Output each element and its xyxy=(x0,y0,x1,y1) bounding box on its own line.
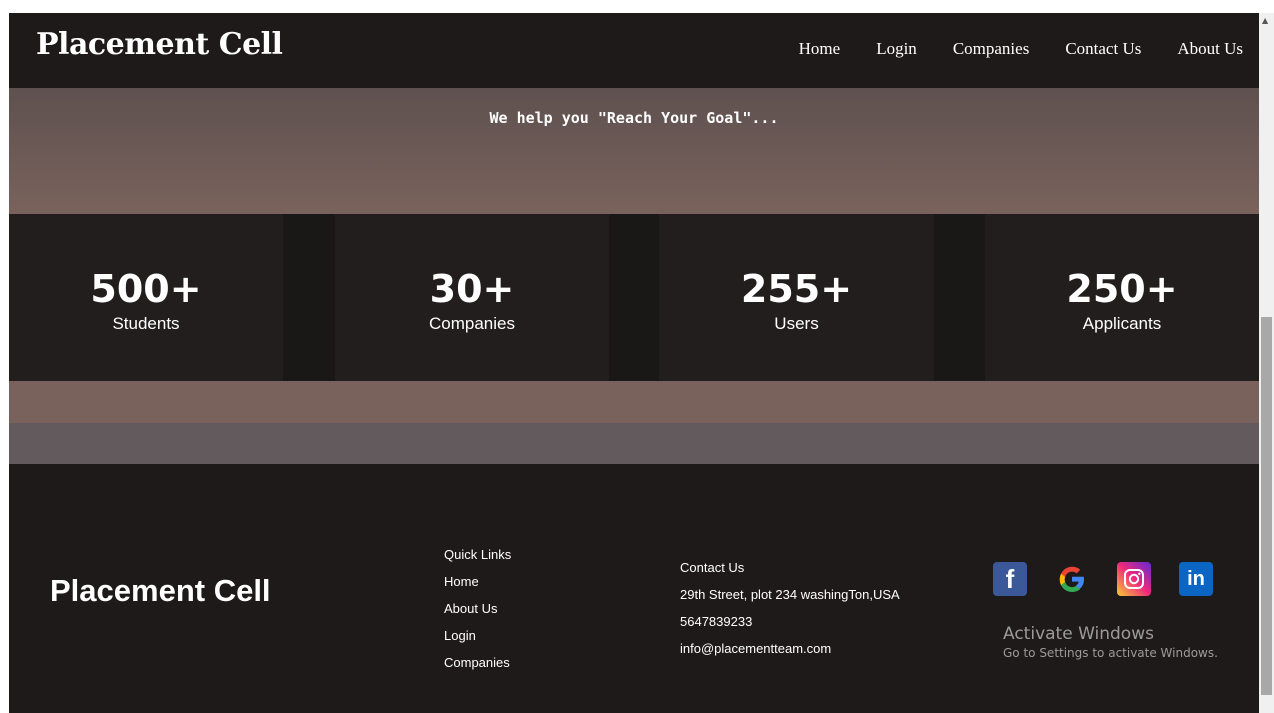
social-icons: f in xyxy=(993,562,1213,596)
nav-contact-us[interactable]: Contact Us xyxy=(1065,39,1141,59)
footer-brand: Placement Cell xyxy=(50,573,271,608)
stat-applicants: 250+ Applicants xyxy=(985,214,1259,381)
contact-heading: Contact Us xyxy=(680,560,745,575)
stat-value: 250+ xyxy=(1066,267,1178,311)
nav-login[interactable]: Login xyxy=(876,39,917,59)
scroll-up-arrow-icon[interactable]: ▲ xyxy=(1262,16,1268,25)
stat-label: Users xyxy=(774,314,819,333)
contact-email: info@placementteam.com xyxy=(680,641,832,656)
facebook-icon[interactable]: f xyxy=(993,562,1027,596)
watermark-subtitle: Go to Settings to activate Windows. xyxy=(1003,646,1218,660)
scrollbar-thumb[interactable] xyxy=(1261,317,1272,695)
stats-section: 500+ Students 30+ Companies 255+ Users 2… xyxy=(9,214,1259,381)
hero-tagline: We help you "Reach Your Goal"... xyxy=(489,109,779,127)
footer-link-companies[interactable]: Companies xyxy=(444,649,511,676)
contact-address: 29th Street, plot 234 washingTon,USA xyxy=(680,587,900,602)
linkedin-icon[interactable]: in xyxy=(1179,562,1213,596)
footer-link-login[interactable]: Login xyxy=(444,622,511,649)
footer-quick-links: Quick Links Home About Us Login Companie… xyxy=(444,541,511,676)
page: Placement Cell Home Login Companies Cont… xyxy=(9,13,1259,713)
contact-phone: 5647839233 xyxy=(680,614,753,629)
stat-users: 255+ Users xyxy=(659,214,934,381)
stat-value: 500+ xyxy=(90,267,202,311)
stat-students: 500+ Students xyxy=(9,214,283,381)
watermark-title: Activate Windows xyxy=(1003,624,1154,644)
nav-home[interactable]: Home xyxy=(799,39,841,59)
stat-companies: 30+ Companies xyxy=(335,214,609,381)
stat-label: Students xyxy=(112,314,180,333)
quick-links-heading: Quick Links xyxy=(444,547,512,562)
stat-value: 255+ xyxy=(740,267,853,311)
nav-companies[interactable]: Companies xyxy=(953,39,1030,59)
vertical-scrollbar[interactable]: ▲ xyxy=(1259,13,1274,713)
nav-about-us[interactable]: About Us xyxy=(1177,39,1243,59)
footer-link-home[interactable]: Home xyxy=(444,568,511,595)
brand-logo[interactable]: Placement Cell xyxy=(36,27,283,62)
activate-windows-watermark: Activate Windows Go to Settings to activ… xyxy=(1003,624,1218,660)
stat-label: Applicants xyxy=(1082,314,1162,333)
decorative-band-gray xyxy=(9,423,1259,464)
stat-value: 30+ xyxy=(429,267,515,311)
stat-label: Companies xyxy=(429,314,515,333)
hero-banner: We help you "Reach Your Goal"... xyxy=(9,88,1259,214)
footer-link-about-us[interactable]: About Us xyxy=(444,595,511,622)
footer: Placement Cell Quick Links Home About Us… xyxy=(9,464,1259,713)
navbar: Placement Cell Home Login Companies Cont… xyxy=(9,13,1259,88)
nav-links: Home Login Companies Contact Us About Us xyxy=(799,39,1243,59)
footer-contact: Contact Us 29th Street, plot 234 washing… xyxy=(680,554,900,662)
instagram-icon[interactable] xyxy=(1117,562,1151,596)
google-icon[interactable] xyxy=(1055,562,1089,596)
decorative-band xyxy=(9,381,1259,423)
